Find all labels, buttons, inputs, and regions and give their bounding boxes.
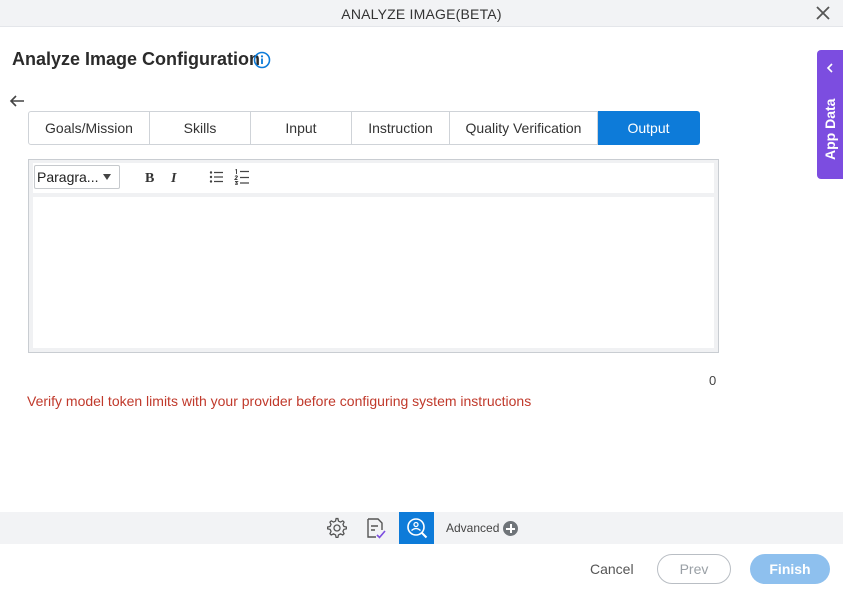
document-check-icon[interactable]: [364, 516, 388, 540]
finish-button[interactable]: Finish: [750, 554, 830, 584]
tab-goals-mission[interactable]: Goals/Mission: [28, 111, 150, 145]
tab-output[interactable]: Output: [598, 111, 700, 145]
prev-button[interactable]: Prev: [657, 554, 731, 584]
bulleted-list-icon[interactable]: [209, 170, 225, 184]
dropdown-caret-icon: [103, 174, 111, 180]
tab-input[interactable]: Input: [251, 111, 352, 145]
paragraph-format-value: Paragra...: [37, 169, 99, 185]
cancel-button[interactable]: Cancel: [590, 561, 634, 577]
rich-text-editor: Paragra... B I: [28, 159, 719, 353]
chevron-left-icon: [826, 63, 833, 73]
image-search-icon: [407, 518, 428, 539]
editor-toolbar: Paragra... B I: [33, 163, 714, 193]
editor-content-area[interactable]: [33, 197, 714, 348]
app-data-label: App Data: [822, 98, 838, 160]
italic-button[interactable]: I: [171, 171, 176, 187]
analyze-image-tool-button[interactable]: [399, 512, 434, 544]
tab-quality-verification[interactable]: Quality Verification: [450, 111, 598, 145]
app-data-panel-toggle[interactable]: App Data: [817, 50, 843, 179]
paragraph-format-select[interactable]: Paragra...: [34, 165, 120, 189]
back-arrow-icon[interactable]: [9, 94, 25, 108]
tab-bar: Goals/Mission Skills Input Instruction Q…: [28, 111, 700, 145]
character-count: 0: [709, 373, 717, 388]
token-limit-warning: Verify model token limits with your prov…: [27, 393, 532, 409]
tab-skills[interactable]: Skills: [150, 111, 251, 145]
window-title: ANALYZE IMAGE(BETA): [341, 6, 502, 22]
info-icon[interactable]: [253, 51, 271, 69]
tab-instruction[interactable]: Instruction: [352, 111, 450, 145]
plus-circle-icon[interactable]: [503, 521, 518, 536]
close-icon[interactable]: [815, 5, 831, 21]
numbered-list-icon[interactable]: [234, 169, 250, 185]
page-title: Analyze Image Configuration: [12, 49, 261, 69]
advanced-label[interactable]: Advanced: [446, 521, 499, 535]
gear-icon[interactable]: [326, 517, 348, 539]
bold-button[interactable]: B: [145, 171, 154, 187]
title-bar: ANALYZE IMAGE(BETA): [0, 0, 843, 27]
